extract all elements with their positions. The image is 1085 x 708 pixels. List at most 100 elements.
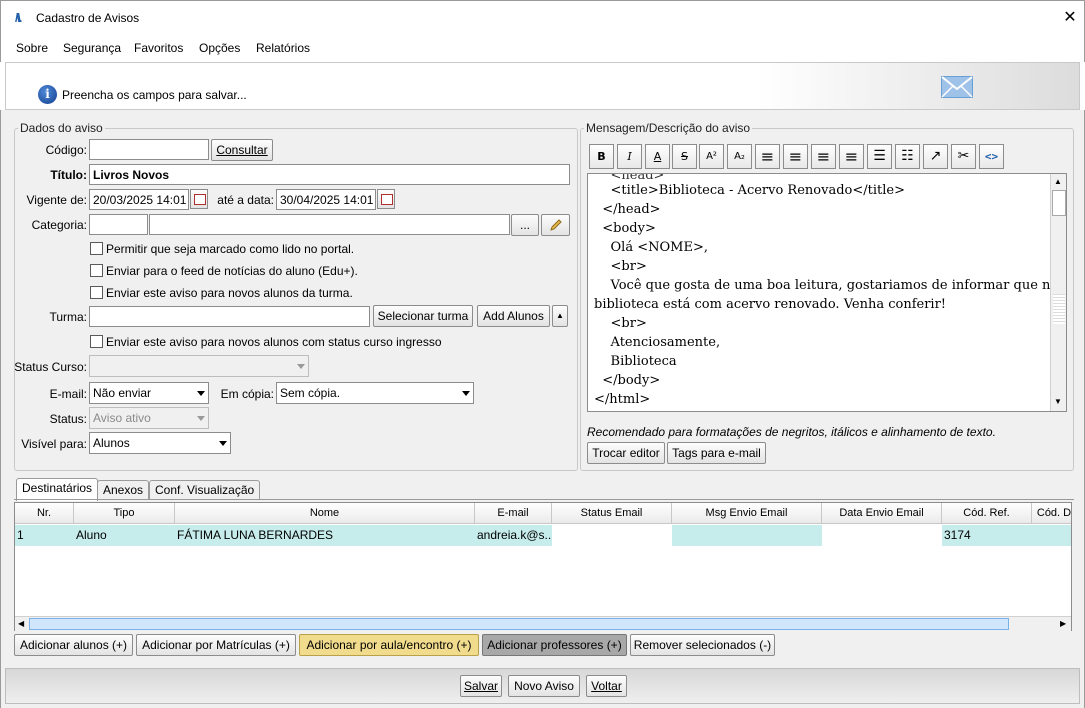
novos-alunos-turma-checkbox[interactable] bbox=[90, 286, 103, 299]
categoria-input[interactable] bbox=[149, 214, 510, 235]
destinatarios-grid[interactable]: Nr. Tipo Nome E-mail Status Email Msg En… bbox=[14, 502, 1072, 631]
column-header[interactable]: Data Envio Email bbox=[822, 503, 942, 524]
status-select[interactable]: Aviso ativo bbox=[89, 407, 209, 429]
dados-legend: Dados do aviso bbox=[18, 121, 105, 135]
add-alunos-button[interactable]: Add Alunos bbox=[477, 305, 550, 327]
close-icon[interactable]: ✕ bbox=[1062, 7, 1078, 27]
info-banner: i Preencha os campos para salvar... bbox=[5, 62, 1080, 110]
editor-line: </body> bbox=[594, 373, 661, 388]
app-logo-icon: /\\. bbox=[15, 11, 22, 25]
column-header[interactable]: E-mail bbox=[475, 503, 552, 524]
source-code-icon[interactable]: <> bbox=[979, 144, 1004, 169]
voltar-button[interactable]: Voltar bbox=[586, 675, 627, 697]
column-header[interactable]: Cód. D bbox=[1032, 503, 1071, 524]
copia-select[interactable]: Sem cópia. bbox=[276, 382, 474, 404]
email-select[interactable]: Não enviar bbox=[89, 382, 209, 404]
banner-message: Preencha os campos para salvar... bbox=[62, 88, 247, 102]
email-label: E-mail: bbox=[49, 387, 87, 401]
editor-line: </head> bbox=[594, 202, 661, 217]
superscript-icon[interactable]: A² bbox=[699, 144, 724, 169]
collapse-up-icon[interactable]: ▲ bbox=[552, 305, 568, 327]
table-cell[interactable] bbox=[672, 525, 822, 546]
novos-alunos-turma-label: Enviar este aviso para novos alunos da t… bbox=[106, 286, 353, 300]
novo-aviso-button[interactable]: Novo Aviso bbox=[508, 675, 580, 697]
calendar-icon[interactable] bbox=[190, 189, 208, 209]
message-editor[interactable]: <head> <title>Biblioteca - Acervo Renova… bbox=[587, 173, 1067, 412]
title-bar: /\\. Cadastro de Avisos ✕ bbox=[0, 0, 1085, 34]
salvar-button[interactable]: Salvar bbox=[460, 675, 502, 697]
remover-selecionados-button[interactable]: Remover selecionados (-) bbox=[630, 634, 775, 656]
column-header[interactable]: Nr. bbox=[15, 503, 74, 524]
editor-line: <br> bbox=[594, 259, 647, 274]
adicionar-aula-button[interactable]: Adicionar por aula/encontro (+) bbox=[299, 634, 479, 656]
table-cell[interactable] bbox=[552, 525, 672, 546]
font-color-icon[interactable]: A bbox=[645, 144, 670, 169]
status-ingresso-label: Enviar este aviso para novos alunos com … bbox=[106, 335, 442, 349]
bold-icon[interactable]: B bbox=[589, 144, 614, 169]
editor-line: biblioteca está com acervo renovado. Ven… bbox=[594, 297, 947, 312]
menu-seguranca[interactable]: Segurança bbox=[63, 41, 121, 55]
menu-opcoes[interactable]: Opções bbox=[199, 41, 240, 55]
tab-conf-visualizacao[interactable]: Conf. Visualização bbox=[149, 480, 261, 500]
justify-icon[interactable]: ≡ bbox=[839, 144, 864, 169]
consultar-button[interactable]: Consultar bbox=[211, 139, 273, 161]
column-header[interactable]: Tipo bbox=[74, 503, 175, 524]
editor-line: <body> bbox=[594, 221, 656, 236]
menu-bar: Sobre Segurança Favoritos Opções Relatór… bbox=[0, 34, 1085, 62]
table-cell[interactable]: FÁTIMA LUNA BERNARDES bbox=[175, 525, 475, 546]
calendar-icon[interactable] bbox=[377, 189, 395, 209]
align-left-icon[interactable]: ≡ bbox=[755, 144, 780, 169]
table-cell[interactable]: 3174 bbox=[942, 525, 1032, 546]
status-curso-label: Status Curso: bbox=[14, 360, 87, 374]
align-right-icon[interactable]: ≡ bbox=[811, 144, 836, 169]
tab-destinatarios[interactable]: Destinatários bbox=[16, 478, 99, 501]
numbered-list-icon[interactable]: ☷ bbox=[895, 144, 920, 169]
column-header[interactable]: Status Email bbox=[552, 503, 672, 524]
cut-icon[interactable]: ✂ bbox=[951, 144, 976, 169]
menu-relatorios[interactable]: Relatórios bbox=[256, 41, 310, 55]
table-cell[interactable] bbox=[822, 525, 942, 546]
visivel-select[interactable]: Alunos bbox=[89, 432, 231, 454]
column-header[interactable]: Cód. Ref. bbox=[942, 503, 1032, 524]
bullet-list-icon[interactable]: ☰ bbox=[867, 144, 892, 169]
status-label: Status: bbox=[49, 412, 87, 426]
categoria-search-button[interactable]: ... bbox=[511, 214, 539, 236]
editor-scrollbar[interactable]: ▲ ▼ bbox=[1050, 174, 1066, 411]
turma-input[interactable] bbox=[89, 306, 370, 327]
vigente-input[interactable]: 20/03/2025 14:01 bbox=[89, 189, 189, 210]
selecionar-turma-button[interactable]: Selecionar turma bbox=[373, 305, 473, 327]
window-title: Cadastro de Avisos bbox=[36, 11, 140, 25]
portal-lido-checkbox[interactable] bbox=[90, 242, 103, 255]
italic-icon[interactable]: I bbox=[617, 144, 642, 169]
codigo-label: Código: bbox=[45, 143, 87, 157]
titulo-input[interactable]: Livros Novos bbox=[89, 164, 570, 185]
menu-favoritos[interactable]: Favoritos bbox=[134, 41, 183, 55]
align-center-icon[interactable]: ≡ bbox=[783, 144, 808, 169]
adicionar-professores-button[interactable]: Adicionar professores (+) bbox=[482, 634, 627, 656]
table-cell[interactable]: 1 bbox=[15, 525, 74, 546]
external-link-icon[interactable]: ↗ bbox=[923, 144, 948, 169]
status-ingresso-checkbox[interactable] bbox=[90, 335, 103, 348]
adicionar-matriculas-button[interactable]: Adicionar por Matrículas (+) bbox=[136, 634, 296, 656]
trocar-editor-button[interactable]: Trocar editor bbox=[587, 442, 665, 464]
ate-input[interactable]: 30/04/2025 14:01 bbox=[276, 189, 376, 210]
tab-anexos[interactable]: Anexos bbox=[97, 480, 150, 500]
titulo-label: Título: bbox=[50, 168, 87, 182]
table-cell[interactable]: Aluno bbox=[74, 525, 175, 546]
strikethrough-icon[interactable]: S bbox=[672, 144, 697, 169]
grid-horizontal-scrollbar[interactable]: ◀ ▶ bbox=[15, 616, 1071, 631]
subscript-icon[interactable]: A₂ bbox=[727, 144, 752, 169]
categoria-code-input[interactable] bbox=[89, 214, 148, 235]
pencil-icon[interactable] bbox=[541, 214, 570, 236]
feed-checkbox[interactable] bbox=[90, 264, 103, 277]
table-cell[interactable]: andreia.k@s... bbox=[475, 525, 552, 546]
table-cell[interactable] bbox=[1032, 525, 1071, 546]
column-header[interactable]: Nome bbox=[175, 503, 475, 524]
vigente-label: Vigente de: bbox=[26, 193, 88, 207]
tags-email-button[interactable]: Tags para e-mail bbox=[667, 442, 766, 464]
codigo-input[interactable] bbox=[89, 139, 209, 160]
menu-sobre[interactable]: Sobre bbox=[16, 41, 48, 55]
column-header[interactable]: Msg Envio Email bbox=[672, 503, 822, 524]
status-curso-select[interactable] bbox=[89, 355, 309, 377]
adicionar-alunos-button[interactable]: Adicionar alunos (+) bbox=[14, 634, 133, 656]
